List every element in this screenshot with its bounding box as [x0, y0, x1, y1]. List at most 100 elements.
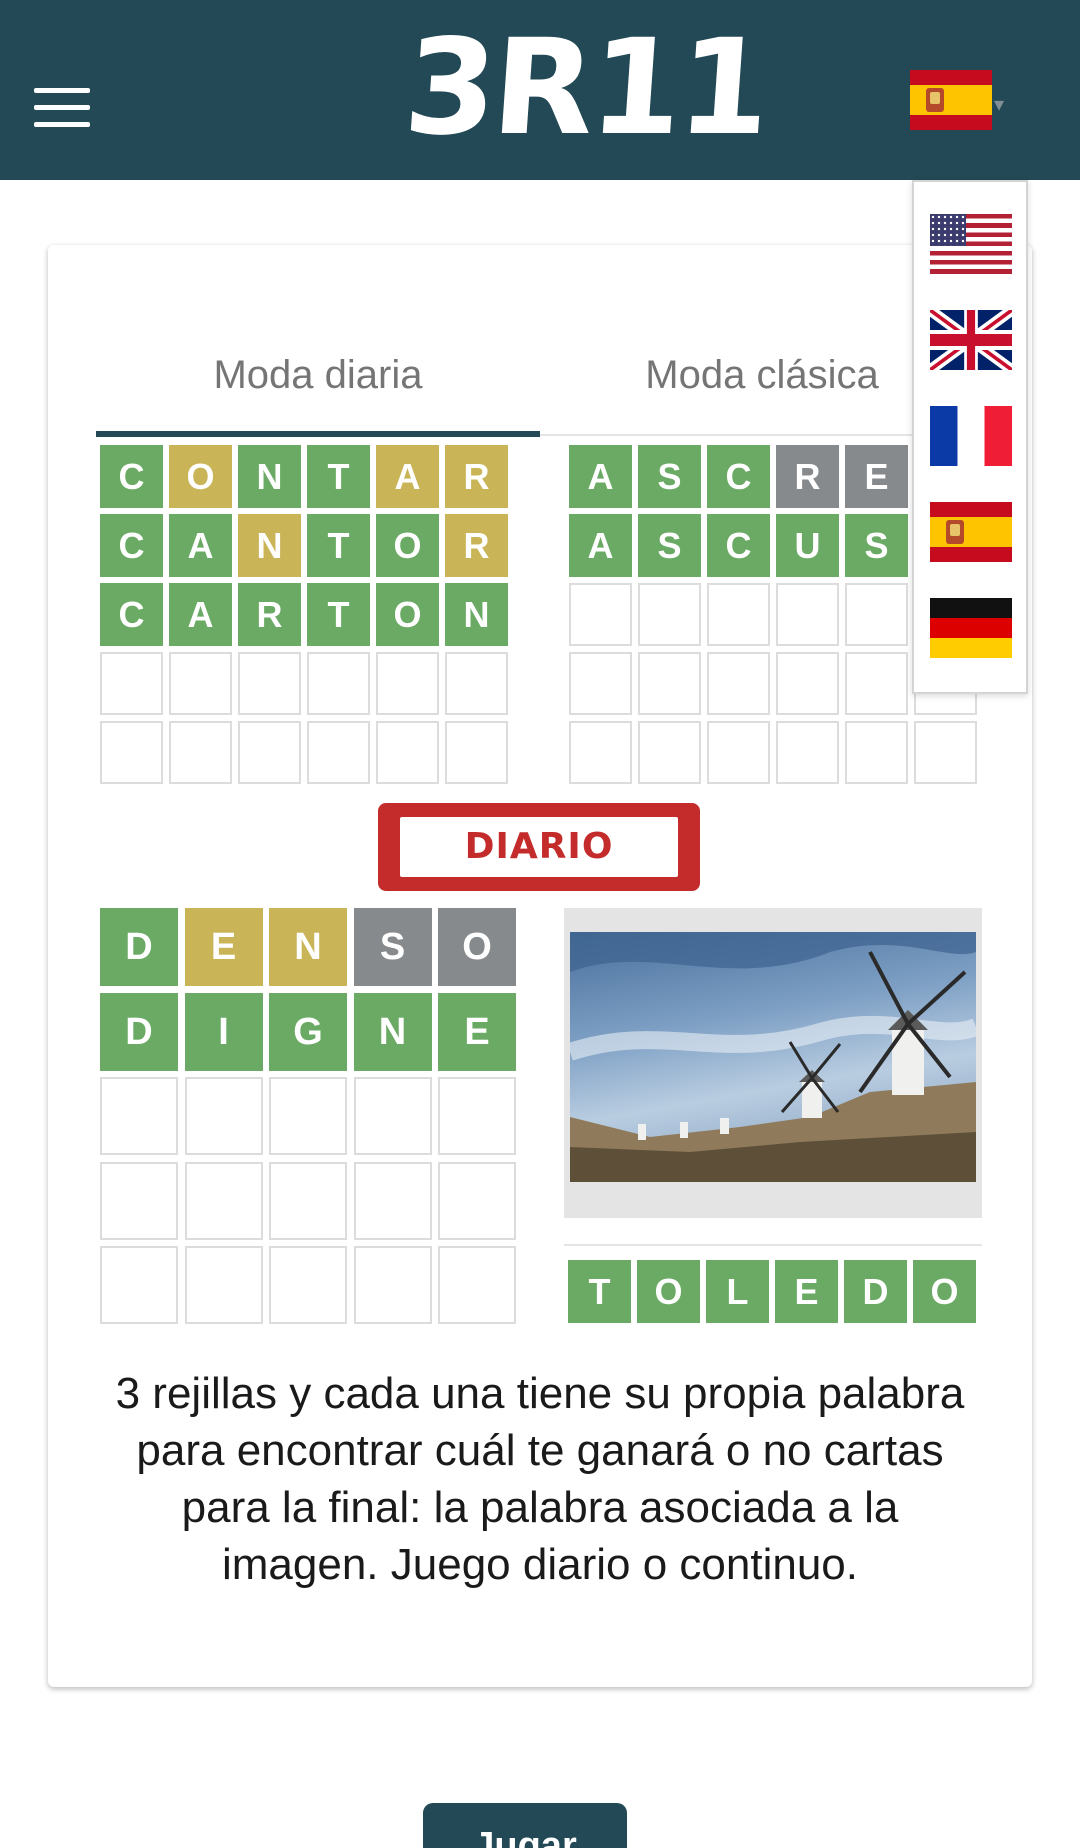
letter-tile: G — [269, 992, 347, 1071]
hamburger-menu-icon[interactable] — [34, 88, 90, 128]
flag-fr-icon — [930, 406, 1012, 466]
letter-tile — [776, 583, 839, 646]
letter-tile — [169, 652, 232, 715]
mode-description: 3 rejillas y cada una tiene su propia pa… — [115, 1369, 965, 1589]
language-option-en-gb[interactable] — [930, 310, 1012, 370]
letter-tile: N — [238, 445, 301, 508]
letter-tile: T — [307, 445, 370, 508]
letter-tile: E — [845, 445, 908, 508]
app-logo: 3R11 — [399, 11, 772, 165]
letter-tile: O — [376, 514, 439, 577]
letter-tile: C — [100, 514, 163, 577]
letter-tile — [445, 652, 508, 715]
letter-tile: C — [100, 583, 163, 646]
flag-uk-icon — [930, 310, 1012, 370]
letter-tile — [238, 721, 301, 784]
letter-tile: O — [438, 908, 516, 986]
letter-tile — [376, 721, 439, 784]
letter-tile — [707, 652, 770, 715]
language-option-es[interactable] — [930, 502, 1012, 562]
letter-tile — [438, 1246, 516, 1324]
language-option-de[interactable] — [930, 598, 1012, 658]
daily-stamp: DIARIO — [378, 803, 700, 891]
letter-tile: A — [569, 445, 632, 508]
letter-tile: D — [100, 908, 178, 986]
letter-tile — [100, 652, 163, 715]
letter-tile: T — [568, 1260, 631, 1323]
letter-tile — [184, 1161, 263, 1240]
letter-tile — [569, 652, 632, 715]
letter-tile: A — [169, 514, 232, 577]
letter-tile: N — [269, 908, 347, 986]
letter-tile — [353, 1246, 432, 1324]
letter-tile — [100, 1246, 178, 1324]
flag-de-icon — [930, 598, 1012, 658]
letter-tile — [269, 1161, 347, 1240]
letter-tile: N — [445, 583, 508, 646]
letter-tile — [307, 721, 370, 784]
letter-tile — [269, 1077, 347, 1155]
letter-tile — [269, 1246, 347, 1324]
mode-card: Moda diaria Moda clásica CONTARCANTORCAR… — [48, 245, 1032, 1687]
flag-us-icon — [930, 214, 1012, 274]
letter-tile — [845, 583, 908, 646]
letter-tile — [307, 652, 370, 715]
letter-tile — [100, 1077, 178, 1155]
letter-tile: S — [353, 908, 432, 986]
letter-tile — [238, 652, 301, 715]
letter-tile: R — [445, 514, 508, 577]
letter-tile: R — [776, 445, 839, 508]
letter-tile: C — [707, 514, 770, 577]
letter-tile — [638, 721, 701, 784]
letter-tile: C — [707, 445, 770, 508]
letter-tile: O — [913, 1260, 976, 1323]
letter-tile — [569, 721, 632, 784]
clue-image-frame — [564, 908, 982, 1218]
language-option-fr[interactable] — [930, 406, 1012, 466]
letter-tile — [376, 652, 439, 715]
letter-tile: O — [169, 445, 232, 508]
letter-tile — [776, 652, 839, 715]
letter-tile: I — [184, 992, 263, 1071]
letter-tile: E — [184, 908, 263, 986]
letter-tile — [438, 1077, 516, 1155]
daily-stamp-label: DIARIO — [400, 817, 678, 877]
letter-tile: O — [637, 1260, 700, 1323]
tab-daily-mode[interactable]: Moda diaria — [96, 335, 540, 415]
letter-tile — [638, 583, 701, 646]
letter-tile — [353, 1077, 432, 1155]
letter-tile — [445, 721, 508, 784]
letter-tile: S — [638, 514, 701, 577]
letter-tile: A — [376, 445, 439, 508]
language-option-en-us[interactable] — [930, 214, 1012, 274]
letter-tile: L — [706, 1260, 769, 1323]
letter-tile — [569, 583, 632, 646]
letter-tile: E — [438, 992, 516, 1071]
letter-tile: D — [844, 1260, 907, 1323]
letter-tile: T — [307, 583, 370, 646]
letter-tile — [776, 721, 839, 784]
letter-tile — [845, 721, 908, 784]
letter-tile — [914, 721, 977, 784]
letter-tile: D — [100, 992, 178, 1071]
letter-tile: U — [776, 514, 839, 577]
flag-es-icon — [910, 70, 992, 130]
letter-tile — [845, 652, 908, 715]
letter-tile: A — [169, 583, 232, 646]
letter-tile: N — [353, 992, 432, 1071]
letter-tile: T — [307, 514, 370, 577]
letter-tile — [100, 1161, 178, 1240]
letter-tile — [353, 1161, 432, 1240]
letter-tile: S — [638, 445, 701, 508]
caret-down-icon: ▾ — [994, 92, 1005, 116]
play-button[interactable]: Jugar — [423, 1803, 627, 1848]
language-dropdown — [912, 180, 1028, 694]
image-divider — [564, 1244, 982, 1246]
flag-es-icon — [930, 502, 1012, 562]
letter-tile: E — [775, 1260, 838, 1323]
letter-tile: R — [238, 583, 301, 646]
top-app-bar: 3R11 ▾ — [0, 0, 1080, 180]
letter-tile — [707, 721, 770, 784]
letter-tile: O — [376, 583, 439, 646]
letter-tile: N — [238, 514, 301, 577]
